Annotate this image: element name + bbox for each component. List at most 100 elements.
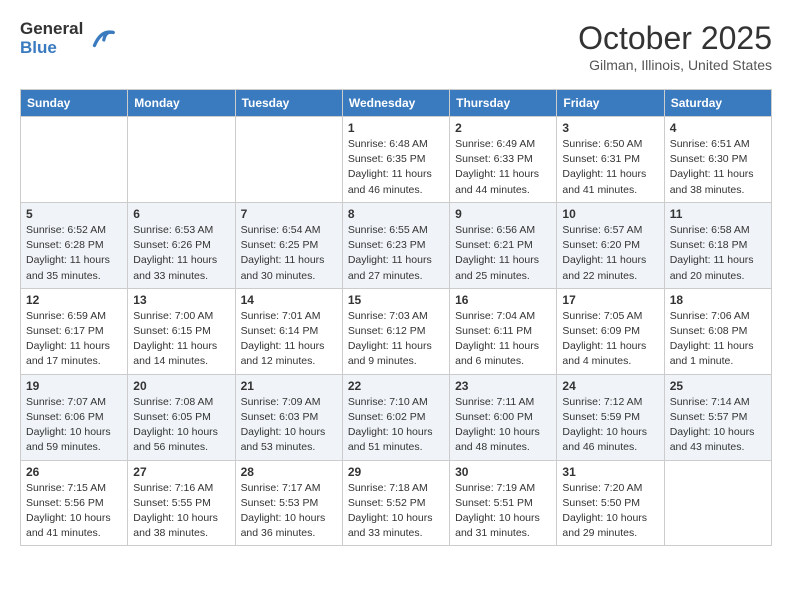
calendar-week-row: 12Sunrise: 6:59 AM Sunset: 6:17 PM Dayli… (21, 288, 772, 374)
day-info: Sunrise: 7:01 AM Sunset: 6:14 PM Dayligh… (241, 309, 337, 370)
weekday-header-cell: Sunday (21, 90, 128, 117)
calendar-cell: 9Sunrise: 6:56 AM Sunset: 6:21 PM Daylig… (450, 202, 557, 288)
day-number: 22 (348, 379, 444, 393)
calendar-cell (21, 117, 128, 203)
day-info: Sunrise: 6:58 AM Sunset: 6:18 PM Dayligh… (670, 223, 766, 284)
day-number: 28 (241, 465, 337, 479)
calendar-cell: 13Sunrise: 7:00 AM Sunset: 6:15 PM Dayli… (128, 288, 235, 374)
calendar-cell: 10 Sunrise: 6:57 AM Sunset: 6:20 PM Dayli… (557, 202, 664, 288)
day-info: Sunrise: 6:48 AM Sunset: 6:35 PM Dayligh… (348, 137, 444, 198)
calendar-cell: 22 Sunrise: 7:10 AM Sunset: 6:02 PM Dayli… (342, 374, 449, 460)
day-number: 2 (455, 121, 551, 135)
calendar-cell: 28 Sunrise: 7:17 AM Sunset: 5:53 PM Dayli… (235, 460, 342, 546)
calendar-week-row: 19 Sunrise: 7:07 AM Sunset: 6:06 PM Dayli… (21, 374, 772, 460)
calendar-cell: 29 Sunrise: 7:18 AM Sunset: 5:52 PM Dayli… (342, 460, 449, 546)
day-info: Sunrise: 7:11 AM Sunset: 6:00 PM Dayligh… (455, 395, 551, 456)
day-number: 29 (348, 465, 444, 479)
calendar-cell (664, 460, 771, 546)
calendar-cell: 11 Sunrise: 6:58 AM Sunset: 6:18 PM Dayli… (664, 202, 771, 288)
day-number: 5 (26, 207, 122, 221)
calendar-cell: 8 Sunrise: 6:55 AM Sunset: 6:23 PM Daylig… (342, 202, 449, 288)
day-number: 11 (670, 207, 766, 221)
calendar-cell: 16Sunrise: 7:04 AM Sunset: 6:11 PM Dayli… (450, 288, 557, 374)
calendar-cell: 6Sunrise: 6:53 AM Sunset: 6:26 PM Daylig… (128, 202, 235, 288)
day-info: Sunrise: 6:55 AM Sunset: 6:23 PM Dayligh… (348, 223, 444, 284)
day-number: 17 (562, 293, 658, 307)
weekday-header-cell: Thursday (450, 90, 557, 117)
day-info: Sunrise: 6:54 AM Sunset: 6:25 PM Dayligh… (241, 223, 337, 284)
calendar-cell: 12Sunrise: 6:59 AM Sunset: 6:17 PM Dayli… (21, 288, 128, 374)
calendar-week-row: 5Sunrise: 6:52 AM Sunset: 6:28 PM Daylig… (21, 202, 772, 288)
day-number: 27 (133, 465, 229, 479)
calendar-cell: 21 Sunrise: 7:09 AM Sunset: 6:03 PM Dayli… (235, 374, 342, 460)
day-number: 3 (562, 121, 658, 135)
calendar-week-row: 26 Sunrise: 7:15 AM Sunset: 5:56 PM Dayli… (21, 460, 772, 546)
weekday-header-cell: Friday (557, 90, 664, 117)
day-number: 25 (670, 379, 766, 393)
day-number: 1 (348, 121, 444, 135)
calendar-cell: 3 Sunrise: 6:50 AM Sunset: 6:31 PM Daylig… (557, 117, 664, 203)
day-info: Sunrise: 7:10 AM Sunset: 6:02 PM Dayligh… (348, 395, 444, 456)
day-number: 26 (26, 465, 122, 479)
day-info: Sunrise: 6:57 AM Sunset: 6:20 PM Dayligh… (562, 223, 658, 284)
day-number: 30 (455, 465, 551, 479)
day-info: Sunrise: 7:03 AM Sunset: 6:12 PM Dayligh… (348, 309, 444, 370)
day-info: Sunrise: 7:16 AM Sunset: 5:55 PM Dayligh… (133, 481, 229, 542)
day-info: Sunrise: 6:59 AM Sunset: 6:17 PM Dayligh… (26, 309, 122, 370)
day-number: 31 (562, 465, 658, 479)
calendar-cell (235, 117, 342, 203)
page-header: General Blue October 2025 Gilman, Illino… (20, 20, 772, 73)
logo-icon (87, 25, 115, 53)
calendar-cell: 15 Sunrise: 7:03 AM Sunset: 6:12 PM Dayli… (342, 288, 449, 374)
day-number: 21 (241, 379, 337, 393)
day-info: Sunrise: 7:09 AM Sunset: 6:03 PM Dayligh… (241, 395, 337, 456)
calendar-cell: 19 Sunrise: 7:07 AM Sunset: 6:06 PM Dayli… (21, 374, 128, 460)
day-number: 18 (670, 293, 766, 307)
day-number: 23 (455, 379, 551, 393)
weekday-header-cell: Wednesday (342, 90, 449, 117)
day-number: 8 (348, 207, 444, 221)
logo-general: General (20, 20, 83, 39)
logo-blue: Blue (20, 39, 57, 58)
day-number: 9 (455, 207, 551, 221)
day-info: Sunrise: 7:18 AM Sunset: 5:52 PM Dayligh… (348, 481, 444, 542)
day-number: 15 (348, 293, 444, 307)
title-block: October 2025 Gilman, Illinois, United St… (578, 20, 772, 73)
day-info: Sunrise: 7:19 AM Sunset: 5:51 PM Dayligh… (455, 481, 551, 542)
calendar-cell: 20 Sunrise: 7:08 AM Sunset: 6:05 PM Dayli… (128, 374, 235, 460)
weekday-header-row: SundayMondayTuesdayWednesdayThursdayFrid… (21, 90, 772, 117)
day-info: Sunrise: 7:07 AM Sunset: 6:06 PM Dayligh… (26, 395, 122, 456)
calendar-table: SundayMondayTuesdayWednesdayThursdayFrid… (20, 89, 772, 546)
day-info: Sunrise: 7:15 AM Sunset: 5:56 PM Dayligh… (26, 481, 122, 542)
day-number: 19 (26, 379, 122, 393)
location-title: Gilman, Illinois, United States (578, 57, 772, 73)
calendar-cell: 26 Sunrise: 7:15 AM Sunset: 5:56 PM Dayli… (21, 460, 128, 546)
weekday-header-cell: Saturday (664, 90, 771, 117)
calendar-week-row: 1 Sunrise: 6:48 AM Sunset: 6:35 PM Daylig… (21, 117, 772, 203)
calendar-cell: 27 Sunrise: 7:16 AM Sunset: 5:55 PM Dayli… (128, 460, 235, 546)
day-number: 24 (562, 379, 658, 393)
day-info: Sunrise: 6:49 AM Sunset: 6:33 PM Dayligh… (455, 137, 551, 198)
day-number: 10 (562, 207, 658, 221)
day-info: Sunrise: 7:12 AM Sunset: 5:59 PM Dayligh… (562, 395, 658, 456)
day-info: Sunrise: 7:04 AM Sunset: 6:11 PM Dayligh… (455, 309, 551, 370)
day-info: Sunrise: 7:05 AM Sunset: 6:09 PM Dayligh… (562, 309, 658, 370)
day-number: 14 (241, 293, 337, 307)
calendar-cell: 23 Sunrise: 7:11 AM Sunset: 6:00 PM Dayli… (450, 374, 557, 460)
day-info: Sunrise: 6:51 AM Sunset: 6:30 PM Dayligh… (670, 137, 766, 198)
day-info: Sunrise: 7:20 AM Sunset: 5:50 PM Dayligh… (562, 481, 658, 542)
month-title: October 2025 (578, 20, 772, 57)
calendar-cell: 30 Sunrise: 7:19 AM Sunset: 5:51 PM Dayli… (450, 460, 557, 546)
weekday-header-cell: Monday (128, 90, 235, 117)
calendar-cell: 31 Sunrise: 7:20 AM Sunset: 5:50 PM Dayli… (557, 460, 664, 546)
calendar-cell: 17 Sunrise: 7:05 AM Sunset: 6:09 PM Dayli… (557, 288, 664, 374)
day-info: Sunrise: 7:08 AM Sunset: 6:05 PM Dayligh… (133, 395, 229, 456)
day-info: Sunrise: 6:50 AM Sunset: 6:31 PM Dayligh… (562, 137, 658, 198)
day-number: 6 (133, 207, 229, 221)
logo: General Blue (20, 20, 115, 57)
calendar-cell: 7Sunrise: 6:54 AM Sunset: 6:25 PM Daylig… (235, 202, 342, 288)
day-number: 4 (670, 121, 766, 135)
day-number: 20 (133, 379, 229, 393)
calendar-cell: 24 Sunrise: 7:12 AM Sunset: 5:59 PM Dayli… (557, 374, 664, 460)
day-info: Sunrise: 7:17 AM Sunset: 5:53 PM Dayligh… (241, 481, 337, 542)
